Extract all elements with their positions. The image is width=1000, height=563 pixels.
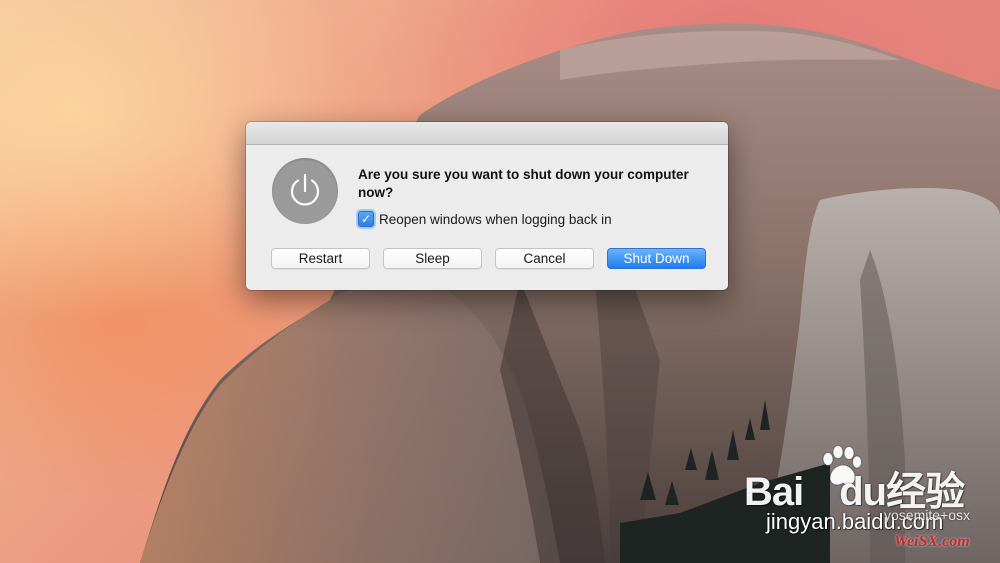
shut-down-button[interactable]: Shut Down (607, 248, 706, 269)
dialog-message: Are you sure you want to shut down your … (358, 167, 689, 200)
restart-button[interactable]: Restart (271, 248, 370, 269)
dialog-titlebar[interactable] (246, 122, 728, 145)
cancel-button[interactable]: Cancel (495, 248, 594, 269)
shutdown-dialog: Are you sure you want to shut down your … (246, 122, 728, 290)
reopen-windows-checkbox[interactable]: ✓ (358, 211, 374, 227)
checkmark-icon: ✓ (360, 212, 372, 226)
sleep-button[interactable]: Sleep (383, 248, 482, 269)
reopen-windows-option[interactable]: ✓ Reopen windows when logging back in (358, 210, 612, 228)
reopen-windows-label[interactable]: Reopen windows when logging back in (379, 212, 612, 227)
power-icon (272, 158, 338, 224)
